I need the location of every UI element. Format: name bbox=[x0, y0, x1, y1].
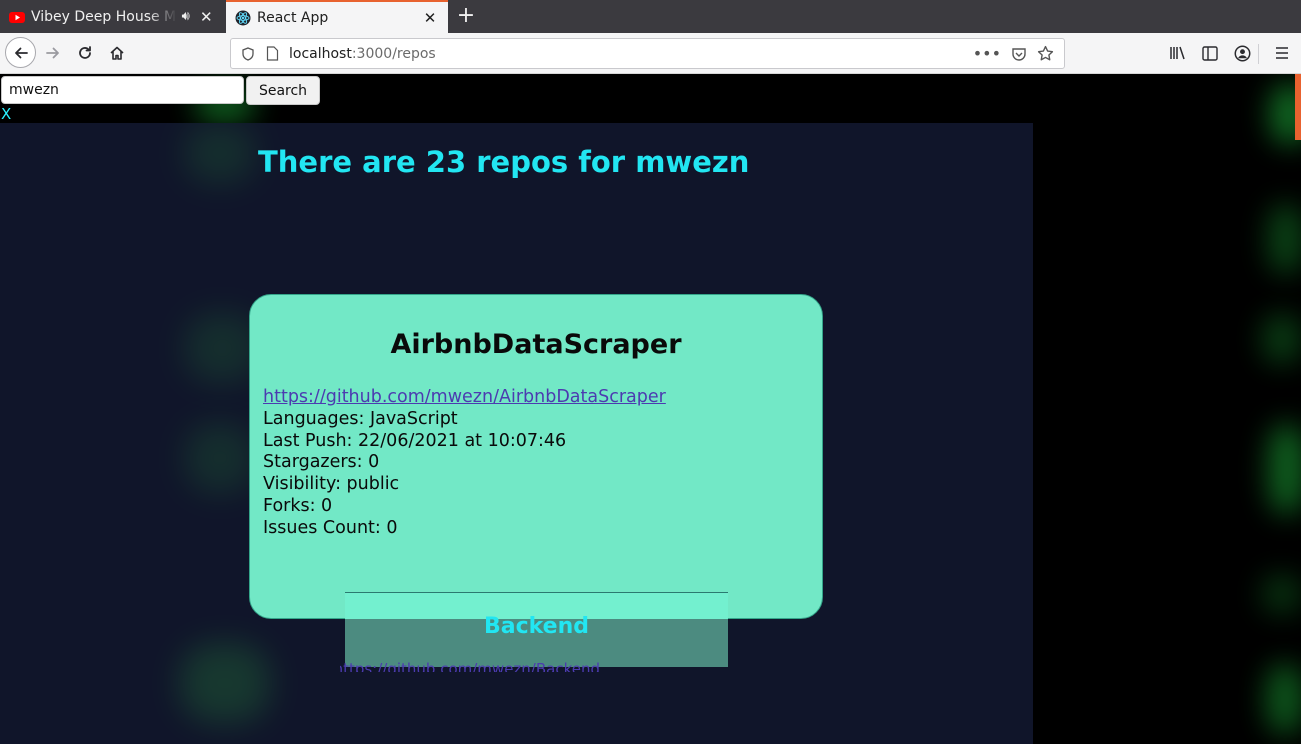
repo-link[interactable]: https://github.com/mwezn/AirbnbDataScrap… bbox=[263, 387, 666, 407]
page-viewport: Search X There are 23 repos for mwezn Ai… bbox=[0, 74, 1301, 744]
search-button[interactable]: Search bbox=[246, 76, 320, 105]
sidebar-icon[interactable] bbox=[1196, 38, 1224, 68]
repo-issues: Issues Count: 0 bbox=[263, 517, 398, 538]
background-glow bbox=[1268, 424, 1301, 514]
url-text[interactable]: localhost:3000/repos bbox=[289, 46, 973, 62]
account-icon[interactable] bbox=[1228, 38, 1256, 68]
forward-arrow-icon[interactable] bbox=[38, 38, 68, 68]
page-title: There are 23 repos for mwezn bbox=[258, 145, 750, 179]
reload-icon[interactable] bbox=[70, 38, 100, 68]
repo-stargazers: Stargazers: 0 bbox=[263, 452, 380, 473]
close-tab-icon[interactable]: ✕ bbox=[195, 8, 219, 26]
scrollbar-thumb[interactable] bbox=[1295, 74, 1301, 140]
tab-title: React App bbox=[257, 9, 329, 26]
react-icon bbox=[235, 10, 251, 25]
page-info-icon[interactable] bbox=[261, 46, 283, 61]
background-glow bbox=[185, 423, 255, 493]
repo-name: AirbnbDataScraper bbox=[390, 329, 682, 360]
repo-forks: Forks: 0 bbox=[263, 495, 333, 516]
clear-button[interactable]: X bbox=[1, 105, 11, 123]
toolbar-separator bbox=[1258, 44, 1259, 64]
close-tab-icon[interactable]: ✕ bbox=[418, 9, 442, 27]
tab-title: Vibey Deep House Mi bbox=[31, 8, 177, 25]
home-icon[interactable] bbox=[102, 38, 132, 68]
new-tab-plus-icon[interactable]: + bbox=[452, 0, 480, 33]
youtube-icon bbox=[9, 11, 25, 23]
pocket-icon[interactable] bbox=[1011, 46, 1027, 62]
speaker-icon[interactable]: 🔊︎ bbox=[177, 9, 195, 24]
back-arrow-icon[interactable] bbox=[5, 37, 36, 68]
search-input[interactable] bbox=[1, 76, 244, 104]
url-path: :3000/repos bbox=[351, 45, 436, 62]
repo-name: Backend bbox=[483, 614, 590, 639]
repo-last-push: Last Push: 22/06/2021 at 10:07:46 bbox=[263, 430, 567, 451]
tab-youtube[interactable]: Vibey Deep House Mi 🔊︎ ✕ bbox=[0, 0, 224, 33]
background-glow bbox=[180, 643, 270, 723]
repo-languages: Languages: JavaScript bbox=[263, 409, 458, 429]
tab-strip: Vibey Deep House Mi 🔊︎ ✕ React App ✕ + bbox=[0, 0, 1301, 33]
address-bar[interactable]: localhost:3000/repos ••• bbox=[230, 38, 1065, 69]
background-glow bbox=[1268, 204, 1301, 274]
library-icon[interactable] bbox=[1164, 38, 1192, 68]
tab-react-app[interactable]: React App ✕ bbox=[226, 0, 448, 33]
url-host: localhost bbox=[289, 45, 352, 62]
background-glow bbox=[1262, 574, 1301, 614]
repo-details: Languages: JavaScript Last Push: 22/06/2… bbox=[263, 409, 566, 539]
background-glow bbox=[185, 123, 255, 183]
more-actions-icon[interactable]: ••• bbox=[973, 44, 1001, 63]
background-glow bbox=[1266, 664, 1301, 734]
repo-card: Backend bbox=[345, 592, 728, 667]
hamburger-menu-icon[interactable] bbox=[1268, 38, 1296, 68]
shield-icon[interactable] bbox=[235, 46, 261, 61]
bookmark-star-icon[interactable] bbox=[1037, 45, 1054, 62]
background-glow bbox=[1262, 314, 1301, 364]
repo-link[interactable]: https://github.com/mwezn/Backend bbox=[340, 660, 600, 672]
repo-visibility: Visibility: public bbox=[263, 474, 400, 495]
navigation-toolbar: localhost:3000/repos ••• bbox=[0, 33, 1301, 74]
repo-card: AirbnbDataScraper https://github.com/mwe… bbox=[249, 294, 823, 619]
